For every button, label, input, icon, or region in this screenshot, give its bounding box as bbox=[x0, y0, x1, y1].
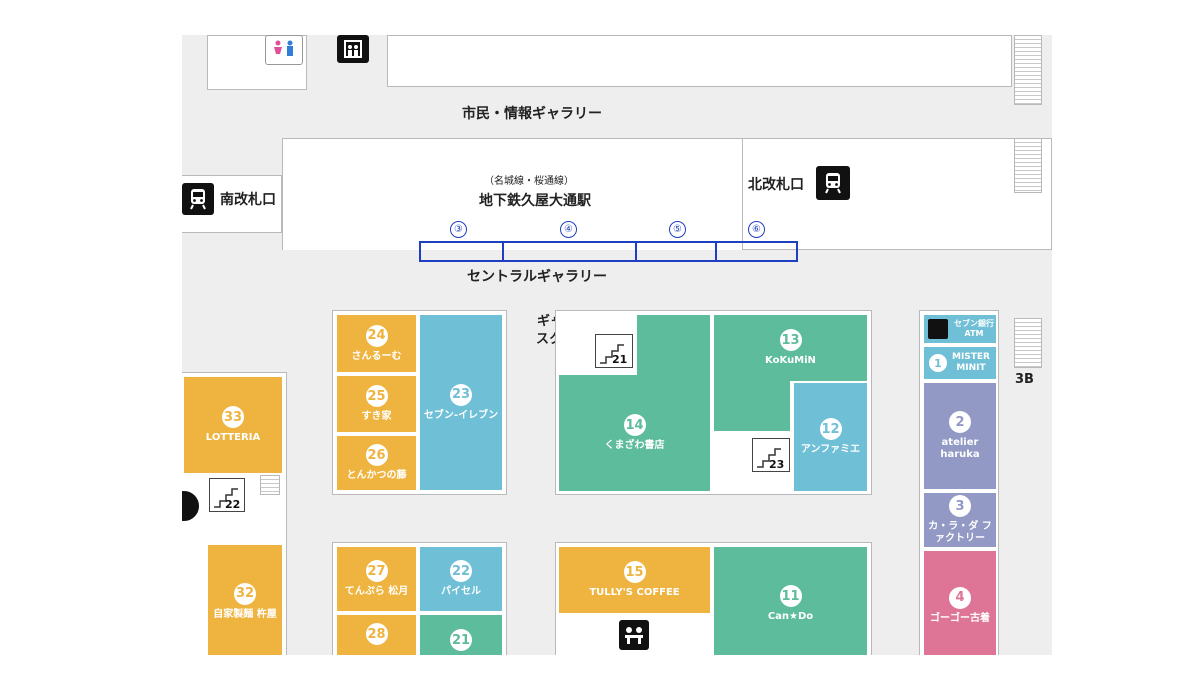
shop-28[interactable]: 28 bbox=[335, 613, 418, 655]
stairs-left-mid bbox=[260, 475, 280, 495]
top-wall-mid bbox=[387, 35, 1012, 87]
spot-number-5: ⑤ bbox=[669, 221, 686, 238]
shop-1[interactable]: 1 MISTER MINIT bbox=[922, 345, 998, 381]
atm[interactable]: セブン銀行ATM bbox=[922, 313, 998, 345]
floor-map: 市民・情報ギャラリー （名城線・桜通線） 地下鉄久屋大通駅 南改札口 北改札口 … bbox=[182, 35, 1052, 655]
spot-outline-4[interactable] bbox=[502, 241, 637, 262]
shop-33[interactable]: 33 LOTTERIA bbox=[182, 375, 284, 475]
atm-icon bbox=[928, 319, 948, 339]
floor-3b-label: 3B bbox=[1015, 372, 1034, 387]
shop-13[interactable]: 13 KoKuMiN bbox=[712, 313, 869, 383]
shop-4[interactable]: 4 ゴーゴー古着 bbox=[922, 549, 998, 655]
spot-number-4: ④ bbox=[560, 221, 577, 238]
restroom-icon bbox=[265, 35, 303, 65]
station-concourse-right bbox=[742, 138, 1052, 250]
elevator-icon bbox=[337, 35, 369, 63]
stairs-right-mid bbox=[1014, 318, 1042, 368]
shop-11[interactable]: 11 Can★Do bbox=[712, 545, 869, 655]
train-icon bbox=[182, 183, 214, 215]
shop-27[interactable]: 27 てんぷら 松月 bbox=[335, 545, 418, 613]
atm-label: セブン銀行ATM bbox=[954, 319, 994, 338]
shop-2[interactable]: 2 atelier haruka bbox=[922, 381, 998, 491]
central-gallery-label: セントラルギャラリー bbox=[467, 269, 607, 285]
stairs-top-right bbox=[1014, 35, 1042, 105]
stairs-number-22: 22 bbox=[225, 498, 241, 511]
gallery-top-label: 市民・情報ギャラリー bbox=[462, 106, 602, 122]
spot-number-3: ③ bbox=[450, 221, 467, 238]
shop-14-upper[interactable] bbox=[635, 313, 712, 375]
shop-26[interactable]: 26 とんかつの藤 bbox=[335, 434, 418, 492]
stairs-station-right bbox=[1014, 138, 1042, 193]
shop-3[interactable]: 3 カ・ラ・ダ ファクトリー bbox=[922, 491, 998, 549]
shop-24[interactable]: 24 さんるーむ bbox=[335, 313, 418, 374]
shop-22[interactable]: 22 パイセル bbox=[418, 545, 504, 613]
dining-icon bbox=[619, 620, 649, 650]
spot-outline-5[interactable] bbox=[635, 241, 717, 262]
spot-outline-3[interactable] bbox=[419, 241, 504, 262]
station-name: 地下鉄久屋大通駅 bbox=[479, 193, 591, 209]
shop-25[interactable]: 25 すき家 bbox=[335, 374, 418, 434]
south-gate-label: 南改札口 bbox=[220, 192, 276, 208]
north-gate-label: 北改札口 bbox=[748, 177, 804, 193]
shop-12[interactable]: 12 アンファミエ bbox=[792, 381, 869, 493]
shop-13-lower[interactable] bbox=[712, 381, 792, 433]
train-icon bbox=[816, 166, 850, 200]
spot-outline-6[interactable] bbox=[715, 241, 798, 262]
spot-number-6: ⑥ bbox=[748, 221, 765, 238]
shop-32[interactable]: 32 自家製麺 杵屋 bbox=[206, 543, 284, 655]
shop-21[interactable]: 21 bbox=[418, 613, 504, 655]
line-note: （名城線・桜通線） bbox=[484, 176, 574, 187]
shop-23[interactable]: 23 セブン-イレブン bbox=[418, 313, 504, 492]
shop-15[interactable]: 15 TULLY'S COFFEE bbox=[557, 545, 712, 615]
stairs-number-23: 23 bbox=[769, 458, 785, 471]
shop-14[interactable]: 14 くまざわ書店 bbox=[557, 373, 712, 493]
stairs-number-21: 21 bbox=[612, 353, 628, 366]
